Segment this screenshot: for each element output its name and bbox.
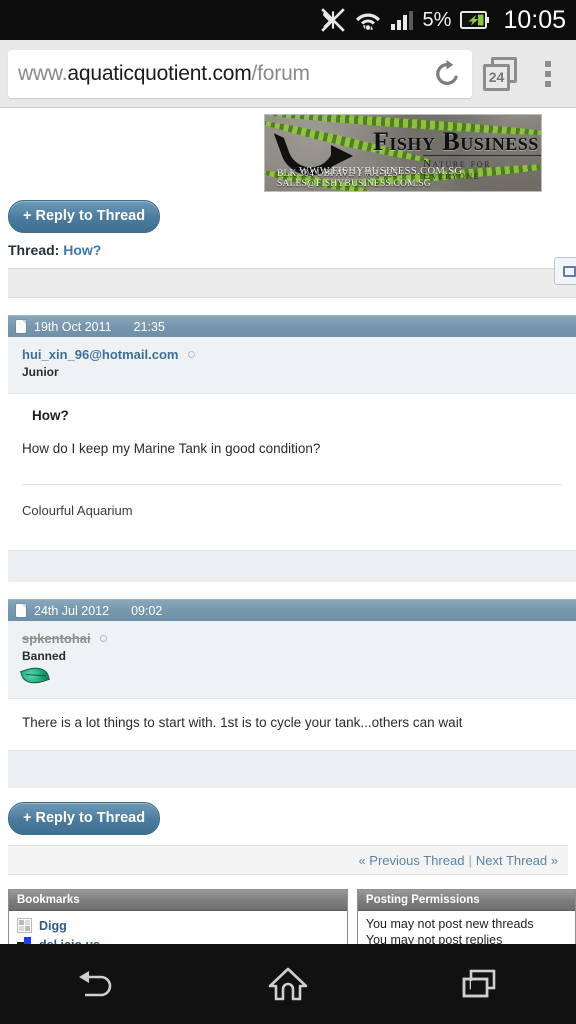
reply-button-bottom-wrap: + Reply to Thread <box>0 802 576 835</box>
reload-icon[interactable] <box>432 59 462 89</box>
thread-tools-strip <box>8 257 576 298</box>
url-prefix: www. <box>18 61 68 85</box>
post-2-body: There is a lot things to start with. 1st… <box>8 699 576 730</box>
online-status-icon <box>187 351 195 359</box>
bookmarks-panel: Bookmarks Digg del.icio.us su StumbleUpo… <box>8 889 348 944</box>
fish-hook-arrow <box>331 145 353 167</box>
post-1-time: 21:35 <box>133 319 165 334</box>
thread-title-link[interactable]: How? <box>63 242 101 258</box>
browser-toolbar: www.aquaticquotient.com/forum 24 <box>0 40 576 108</box>
home-icon[interactable] <box>228 954 348 1014</box>
android-status-bar: 5% 10:05 <box>0 0 576 40</box>
tab-switcher-button[interactable]: 24 <box>472 56 528 91</box>
fishy-business-banner[interactable]: Fishy Business Nature for Everyone WWW.F… <box>264 114 542 192</box>
menu-dot-1 <box>545 60 551 67</box>
bookmark-item-digg[interactable]: Digg <box>9 916 347 935</box>
banner-ad-area: Fishy Business Nature for Everyone WWW.F… <box>0 108 576 200</box>
post-1-username-row: hui_xin_96@hotmail.com <box>22 346 576 364</box>
footer-panels: Bookmarks Digg del.icio.us su StumbleUpo… <box>8 889 576 944</box>
bookmarks-heading: Bookmarks <box>9 890 347 911</box>
android-navigation-bar <box>0 944 576 1024</box>
status-bar-clock: 10:05 <box>503 5 566 34</box>
bookmarks-list: Digg del.icio.us su StumbleUpon G Google <box>9 911 347 944</box>
delicious-icon <box>17 937 32 944</box>
bookmark-item-delicious[interactable]: del.icio.us <box>9 935 347 944</box>
menu-dot-3 <box>545 80 551 87</box>
thread-label: Thread: <box>8 242 60 258</box>
post-2: 24th Jul 2012 09:02 spkentohai Banned Th… <box>0 599 576 788</box>
post-icon <box>16 604 26 617</box>
post-1-date: 19th Oct 2011 <box>34 319 112 334</box>
display-mode-glyph <box>562 265 576 277</box>
url-domain: aquaticquotient.com <box>67 61 252 85</box>
reply-button-top-wrap: + Reply to Thread <box>0 200 576 233</box>
reply-to-thread-button-top[interactable]: + Reply to Thread <box>8 200 161 233</box>
post-2-user-info: spkentohai Banned <box>8 621 576 699</box>
thread-navigation: « Previous Thread | Next Thread » <box>8 845 568 875</box>
battery-charging-icon <box>460 10 490 30</box>
post-1-body: How? How do I keep my Marine Tank in goo… <box>8 394 576 518</box>
post-1-user-info: hui_xin_96@hotmail.com Junior <box>8 337 576 394</box>
tab-count-icon[interactable]: 24 <box>483 56 517 91</box>
menu-dot-2 <box>545 70 551 77</box>
posting-permissions-panel: Posting Permissions You may not post new… <box>356 889 576 944</box>
post-1: 19th Oct 2011 21:35 hui_xin_96@hotmail.c… <box>0 315 576 582</box>
webpage-viewport[interactable]: Fishy Business Nature for Everyone WWW.F… <box>0 108 576 944</box>
post-2-time: 09:02 <box>131 603 163 618</box>
url-text[interactable]: www.aquaticquotient.com/forum <box>18 62 428 86</box>
bookmark-label: Digg <box>39 918 67 933</box>
post-1-footer <box>8 550 576 582</box>
url-path: /forum <box>251 61 311 85</box>
post-icon <box>16 320 26 333</box>
digg-icon <box>17 918 32 933</box>
post-2-user-rank: Banned <box>22 649 67 663</box>
leaf-icon <box>20 663 50 688</box>
back-icon[interactable] <box>36 954 156 1014</box>
post-2-username-row: spkentohai <box>22 630 576 648</box>
permission-line: You may not post replies <box>365 933 503 944</box>
post-2-text: There is a lot things to start with. 1st… <box>22 715 463 730</box>
wifi-icon <box>355 8 381 32</box>
post-1-title: How? <box>32 408 69 423</box>
post-1-user-rank: Junior <box>22 365 59 379</box>
mute-icon <box>320 7 346 33</box>
post-2-date-bar: 24th Jul 2012 09:02 <box>8 599 576 621</box>
tab-count-label: 24 <box>483 63 510 91</box>
post-2-date: 24th Jul 2012 <box>34 603 110 618</box>
banner-address: BLK 304 UBI AVE 1 #01-125 | SALES@FISHYB… <box>277 169 431 189</box>
display-mode-icon[interactable] <box>554 257 576 285</box>
threadnav-separator: | <box>468 852 472 868</box>
post-1-text: How do I keep my Marine Tank in good con… <box>22 441 321 456</box>
permission-line: You may not post new threads <box>365 917 534 931</box>
next-thread-link[interactable]: Next Thread » <box>476 853 558 868</box>
permissions-list: You may not post new threads You may not… <box>358 911 575 944</box>
overflow-menu-icon[interactable] <box>528 60 568 87</box>
online-status-icon <box>100 635 108 643</box>
post-2-footer <box>8 750 576 788</box>
reply-to-thread-button-bottom[interactable]: + Reply to Thread <box>8 802 161 835</box>
address-bar[interactable]: www.aquaticquotient.com/forum <box>8 49 472 98</box>
recent-apps-icon[interactable] <box>420 954 540 1014</box>
post-1-body-spacer <box>8 518 576 550</box>
post-2-body-spacer <box>8 730 576 750</box>
battery-percent-label: 5% <box>422 8 452 31</box>
post-2-username[interactable]: spkentohai <box>22 631 91 646</box>
banner-title: Fishy Business <box>373 127 539 156</box>
permissions-heading: Posting Permissions <box>357 890 575 911</box>
post-1-date-bar: 19th Oct 2011 21:35 <box>8 315 576 337</box>
post-1-signature: Colourful Aquarium <box>22 503 133 518</box>
previous-thread-link[interactable]: « Previous Thread <box>358 853 464 868</box>
post-1-username[interactable]: hui_xin_96@hotmail.com <box>22 347 178 362</box>
signal-bars-icon <box>390 9 414 31</box>
thread-title-line: Thread: How? <box>8 242 576 258</box>
